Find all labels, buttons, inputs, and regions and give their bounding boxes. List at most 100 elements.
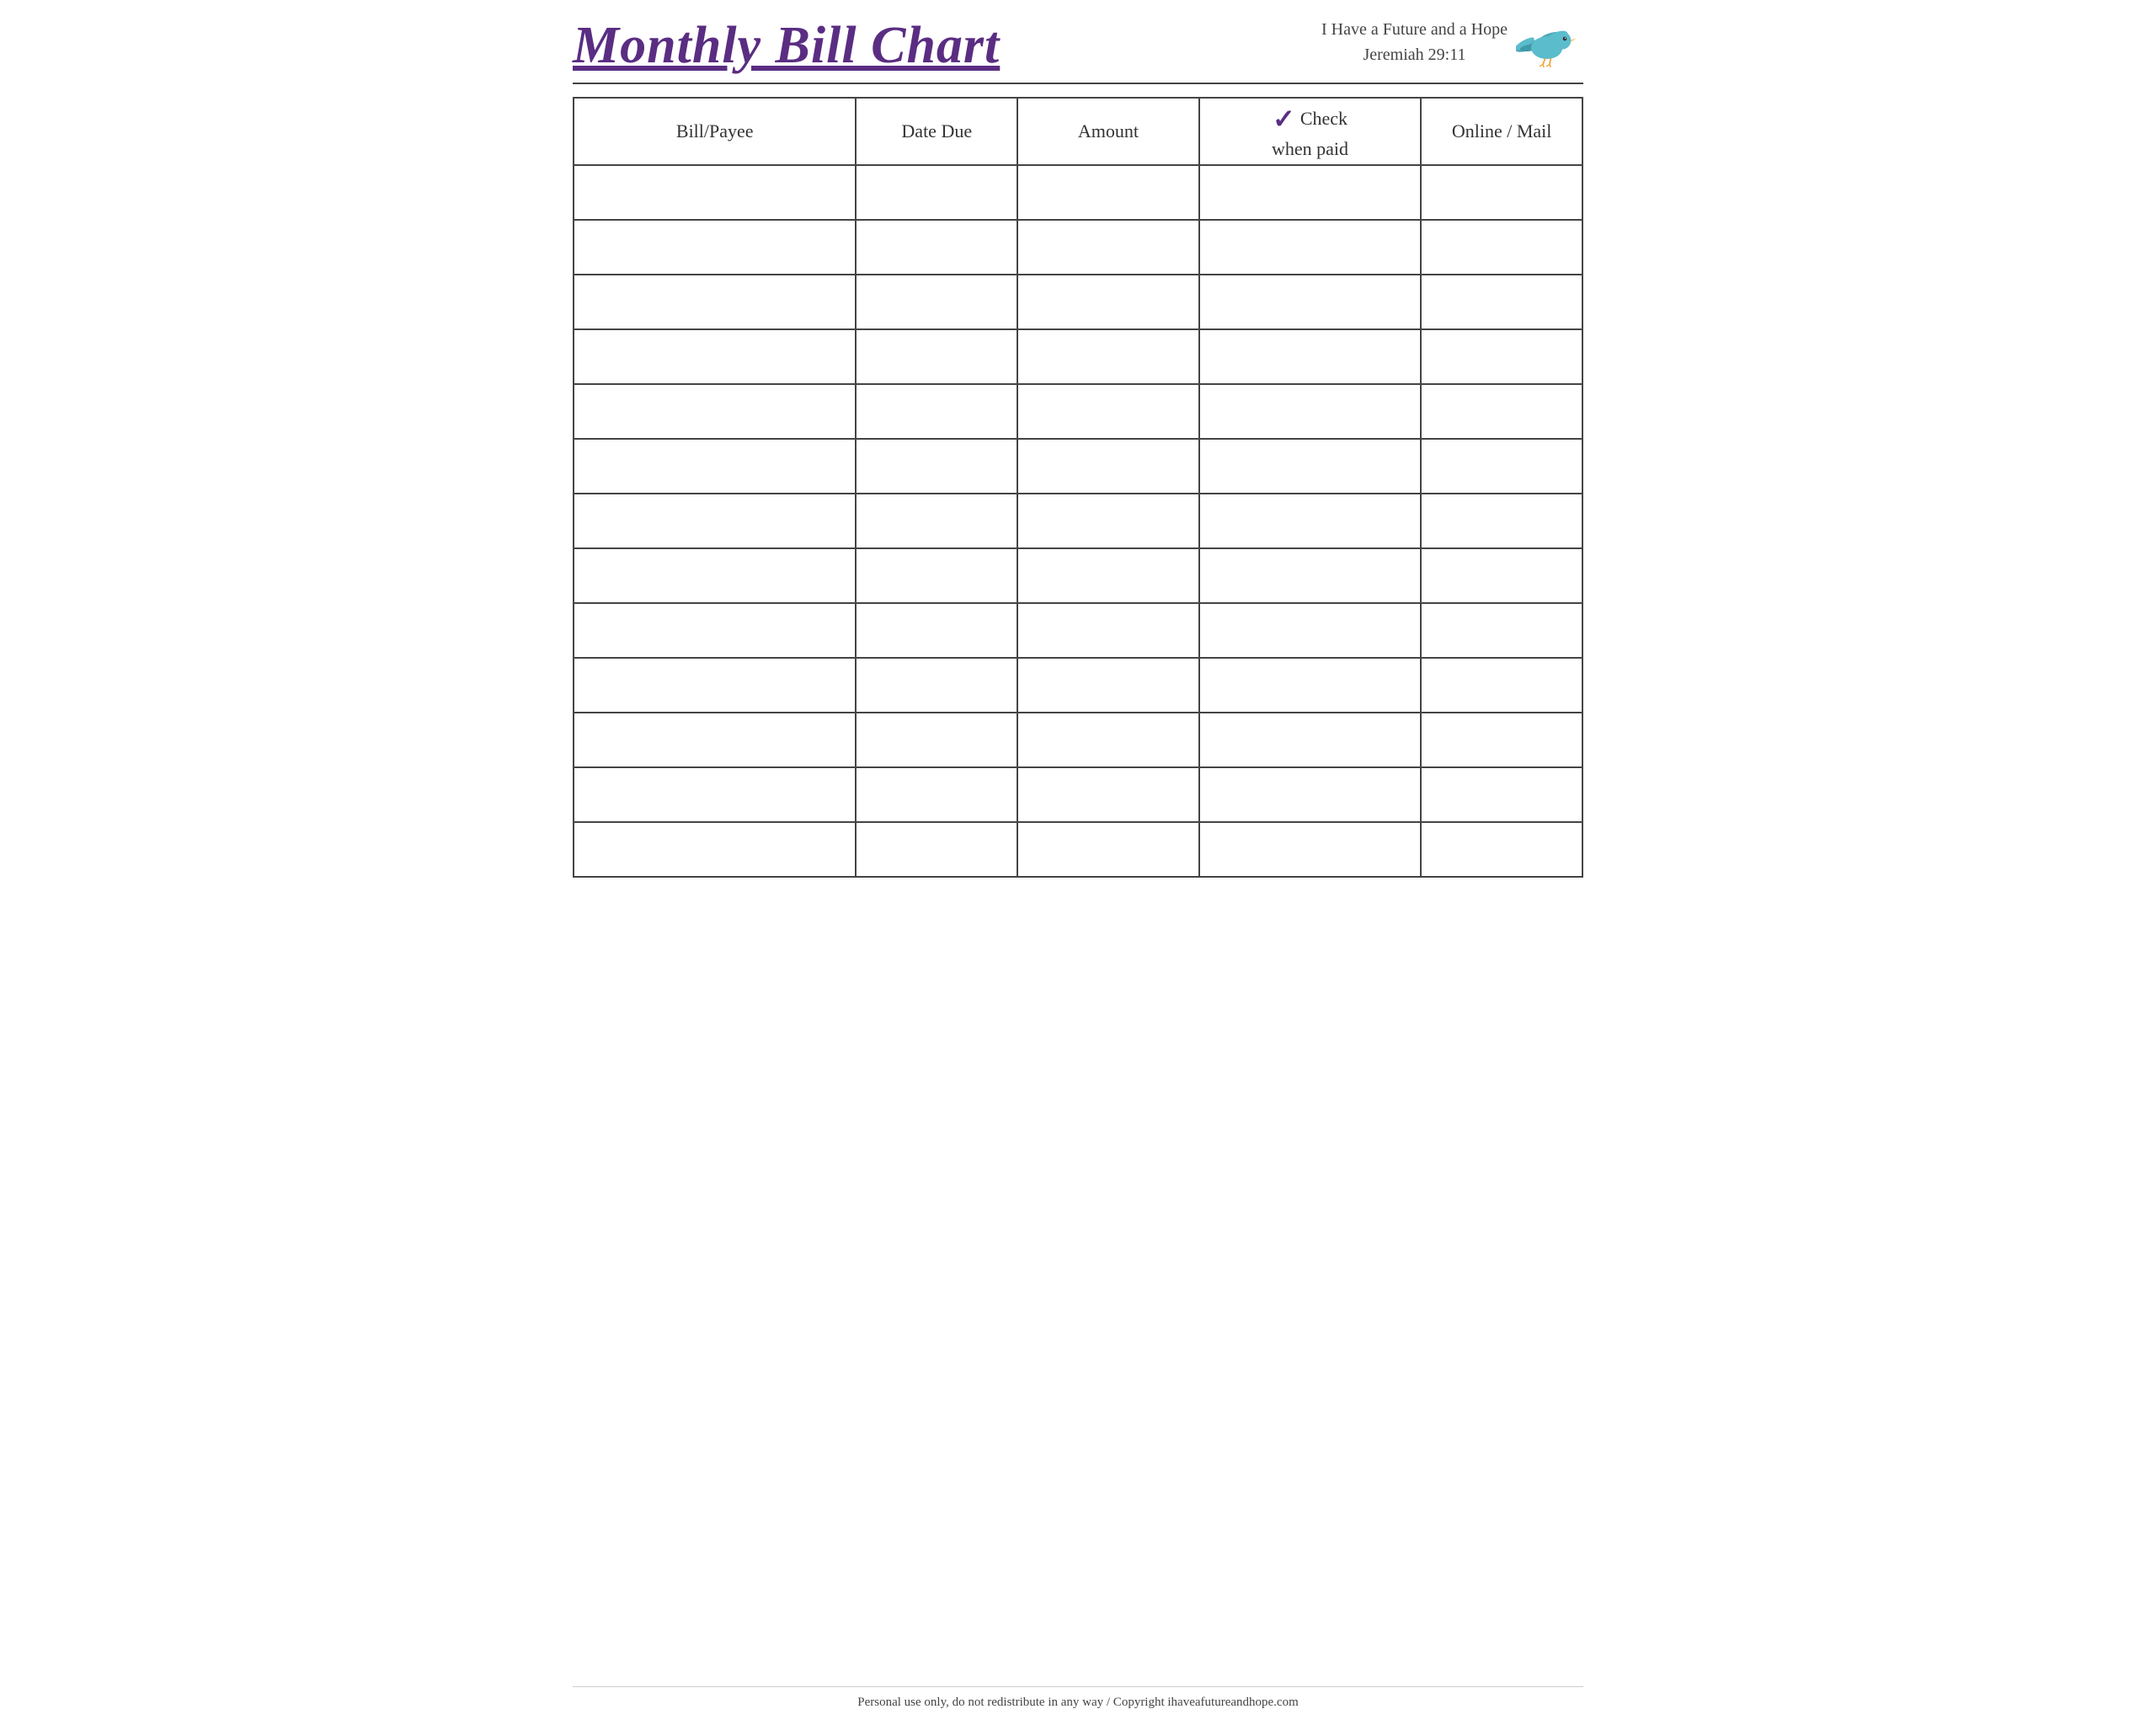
table-cell[interactable] <box>1017 439 1199 494</box>
table-row <box>574 275 1582 329</box>
table-cell[interactable] <box>1199 494 1422 548</box>
col-header-check-when-paid: ✓ Check when paid <box>1199 98 1422 165</box>
table-cell[interactable] <box>856 220 1017 275</box>
table-body <box>574 165 1582 877</box>
check-header-content: ✓ Check when paid <box>1200 103 1421 160</box>
table-cell[interactable] <box>856 275 1017 329</box>
table-row <box>574 165 1582 220</box>
table-cell[interactable] <box>574 384 856 439</box>
table-cell[interactable] <box>574 603 856 658</box>
table-cell[interactable] <box>1017 658 1199 713</box>
table-cell[interactable] <box>1017 822 1199 877</box>
table-row <box>574 767 1582 822</box>
table-cell[interactable] <box>574 822 856 877</box>
col-header-date-due: Date Due <box>856 98 1017 165</box>
table-row <box>574 603 1582 658</box>
page-wrapper: Monthly Bill Chart I Have a Future and a… <box>539 0 1617 1725</box>
table-cell[interactable] <box>1017 713 1199 767</box>
table-cell[interactable] <box>574 767 856 822</box>
title-area: Monthly Bill Chart <box>573 17 1000 74</box>
table-cell[interactable] <box>574 658 856 713</box>
table-cell[interactable] <box>1199 165 1422 220</box>
table-cell[interactable] <box>856 165 1017 220</box>
table-cell[interactable] <box>1199 713 1422 767</box>
check-header-inner: ✓ Check <box>1273 103 1348 135</box>
table-cell[interactable] <box>856 548 1017 603</box>
table-cell[interactable] <box>856 603 1017 658</box>
table-cell[interactable] <box>1421 494 1582 548</box>
table-row <box>574 384 1582 439</box>
table-cell[interactable] <box>1017 329 1199 384</box>
table-cell[interactable] <box>1199 822 1422 877</box>
table-cell[interactable] <box>1199 384 1422 439</box>
table-cell[interactable] <box>574 548 856 603</box>
table-cell[interactable] <box>1421 165 1582 220</box>
checkmark-icon: ✓ <box>1273 103 1295 135</box>
table-cell[interactable] <box>1017 165 1199 220</box>
table-cell[interactable] <box>1421 822 1582 877</box>
table-cell[interactable] <box>1421 329 1582 384</box>
table-cell[interactable] <box>1199 439 1422 494</box>
header-subtitle: I Have a Future and a Hope Jeremiah 29:1… <box>1321 17 1508 67</box>
table-cell[interactable] <box>574 275 856 329</box>
table-cell[interactable] <box>574 329 856 384</box>
table-cell[interactable] <box>1421 658 1582 713</box>
table-cell[interactable] <box>1199 329 1422 384</box>
table-cell[interactable] <box>1017 494 1199 548</box>
table-cell[interactable] <box>856 713 1017 767</box>
table-cell[interactable] <box>856 822 1017 877</box>
header: Monthly Bill Chart I Have a Future and a… <box>573 17 1583 84</box>
table-cell[interactable] <box>1017 220 1199 275</box>
table-row <box>574 548 1582 603</box>
table-row <box>574 822 1582 877</box>
table-cell[interactable] <box>856 658 1017 713</box>
table-cell[interactable] <box>1017 603 1199 658</box>
table-cell[interactable] <box>1421 713 1582 767</box>
table-cell[interactable] <box>1421 384 1582 439</box>
table-row <box>574 494 1582 548</box>
table-cell[interactable] <box>1017 384 1199 439</box>
table-cell[interactable] <box>574 165 856 220</box>
table-cell[interactable] <box>856 767 1017 822</box>
table-cell[interactable] <box>1199 220 1422 275</box>
table-cell[interactable] <box>1421 220 1582 275</box>
table-cell[interactable] <box>1199 658 1422 713</box>
table-row <box>574 713 1582 767</box>
table-cell[interactable] <box>574 713 856 767</box>
table-cell[interactable] <box>1017 767 1199 822</box>
table-container: Bill/Payee Date Due Amount ✓ Check <box>573 97 1583 1680</box>
table-cell[interactable] <box>1421 275 1582 329</box>
table-header-row: Bill/Payee Date Due Amount ✓ Check <box>574 98 1582 165</box>
table-row <box>574 439 1582 494</box>
table-cell[interactable] <box>574 220 856 275</box>
table-cell[interactable] <box>1421 603 1582 658</box>
main-title: Monthly Bill Chart <box>573 17 1000 74</box>
table-cell[interactable] <box>1421 439 1582 494</box>
table-cell[interactable] <box>574 439 856 494</box>
table-cell[interactable] <box>574 494 856 548</box>
col-header-amount: Amount <box>1017 98 1199 165</box>
table-row <box>574 329 1582 384</box>
table-cell[interactable] <box>1421 548 1582 603</box>
table-row <box>574 658 1582 713</box>
table-cell[interactable] <box>856 439 1017 494</box>
table-row <box>574 220 1582 275</box>
table-cell[interactable] <box>1199 603 1422 658</box>
table-cell[interactable] <box>856 329 1017 384</box>
table-cell[interactable] <box>856 384 1017 439</box>
table-cell[interactable] <box>1199 548 1422 603</box>
table-cell[interactable] <box>1017 275 1199 329</box>
table-cell[interactable] <box>1421 767 1582 822</box>
table-cell[interactable] <box>1017 548 1199 603</box>
bill-chart-table: Bill/Payee Date Due Amount ✓ Check <box>573 97 1583 878</box>
bird-icon <box>1516 17 1583 67</box>
header-right-content: I Have a Future and a Hope Jeremiah 29:1… <box>1321 17 1583 67</box>
table-cell[interactable] <box>856 494 1017 548</box>
footer-text: Personal use only, do not redistribute i… <box>857 1696 1299 1709</box>
table-cell[interactable] <box>1199 275 1422 329</box>
col-header-online-mail: Online / Mail <box>1421 98 1582 165</box>
footer: Personal use only, do not redistribute i… <box>573 1686 1583 1717</box>
table-cell[interactable] <box>1199 767 1422 822</box>
subtitle-line1: I Have a Future and a Hope <box>1321 17 1508 42</box>
col-header-bill-payee: Bill/Payee <box>574 98 856 165</box>
